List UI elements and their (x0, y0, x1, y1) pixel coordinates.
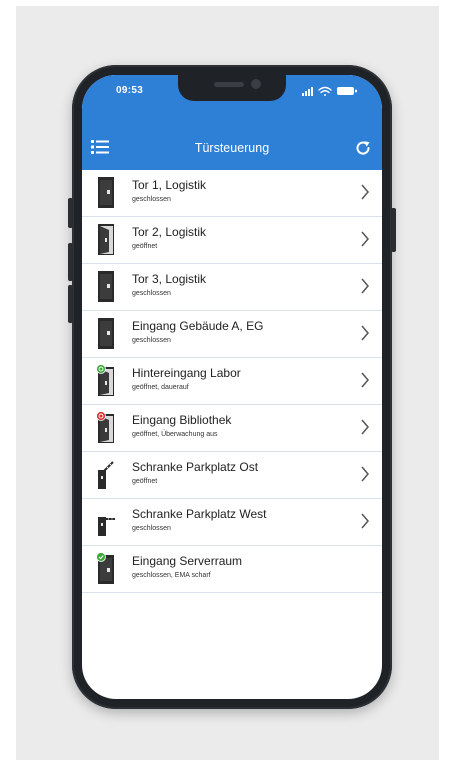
power-button (391, 208, 396, 252)
wifi-icon (318, 86, 332, 96)
volume-up-button (68, 243, 73, 281)
door-title: Tor 3, Logistik (132, 272, 207, 286)
barrier-closed-icon (98, 517, 115, 536)
phone-screen: 09:53 Türsteuerung Tor 1, Logistik gesch… (82, 75, 382, 699)
notch (178, 75, 286, 101)
door-closed-armed-icon (96, 552, 114, 584)
door-status: geöffnet (132, 478, 158, 485)
door-row-tor-1[interactable]: Tor 1, Logistik geschlossen (82, 170, 382, 217)
door-open-permanent-icon (96, 364, 114, 396)
door-row-schranke-west[interactable]: Schranke Parkplatz West geschlossen (82, 499, 382, 546)
chevron-right-icon (361, 184, 369, 200)
page-title: Türsteuerung (194, 141, 270, 155)
door-row-eingang-serverraum[interactable]: Eingang Serverraum geschlossen, EMA scha… (82, 546, 382, 593)
app-bar: 09:53 Türsteuerung (82, 75, 382, 170)
chevron-right-icon (361, 278, 369, 294)
battery-icon (337, 87, 357, 95)
chevron-right-icon (361, 325, 369, 341)
door-status: geschlossen (132, 525, 171, 532)
door-closed-icon (98, 177, 114, 208)
chevron-right-icon (361, 466, 369, 482)
door-row-schranke-ost[interactable]: Schranke Parkplatz Ost geöffnet (82, 452, 382, 499)
door-row-eingang-bibliothek[interactable]: Eingang Bibliothek geöffnet, Überwachung… (82, 405, 382, 452)
refresh-icon[interactable] (354, 139, 372, 157)
door-title: Hintereingang Labor (132, 366, 241, 380)
door-title: Eingang Bibliothek (132, 413, 232, 427)
door-open-alarm-off-icon (96, 411, 114, 443)
door-title: Tor 2, Logistik (132, 225, 207, 239)
door-status: geöffnet, Überwachung aus (132, 431, 218, 438)
chevron-right-icon (361, 419, 369, 435)
speaker-grille (214, 82, 244, 87)
door-closed-icon (98, 318, 114, 349)
door-title: Schranke Parkplatz Ost (132, 460, 259, 474)
door-status: geöffnet, dauerauf (132, 384, 189, 391)
door-status: geschlossen (132, 196, 171, 203)
home-indicator (192, 687, 272, 691)
door-row-hintereingang-labor[interactable]: Hintereingang Labor geöffnet, dauerauf (82, 358, 382, 405)
door-status: geschlossen, EMA scharf (132, 572, 211, 579)
door-open-icon (98, 224, 114, 255)
chevron-right-icon (361, 231, 369, 247)
door-row-tor-2[interactable]: Tor 2, Logistik geöffnet (82, 217, 382, 264)
door-title: Eingang Serverraum (132, 554, 243, 568)
door-title: Tor 1, Logistik (132, 178, 207, 192)
status-icons (302, 86, 357, 96)
door-title: Eingang Gebäude A, EG (132, 319, 264, 333)
phone-frame: 09:53 Türsteuerung Tor 1, Logistik gesch… (68, 65, 396, 709)
door-list: Tor 1, Logistik geschlossen Tor 2, Logis… (82, 170, 382, 593)
door-row-tor-3[interactable]: Tor 3, Logistik geschlossen (82, 264, 382, 311)
door-title: Schranke Parkplatz West (132, 507, 267, 521)
front-camera (251, 79, 261, 89)
door-status: geschlossen (132, 337, 171, 344)
chevron-right-icon (361, 372, 369, 388)
door-row-eingang-gebaeude-a[interactable]: Eingang Gebäude A, EG geschlossen (82, 311, 382, 358)
status-time: 09:53 (116, 85, 144, 96)
door-closed-icon (98, 271, 114, 302)
door-status: geöffnet (132, 243, 158, 250)
volume-down-button (68, 285, 73, 323)
signal-icon (302, 87, 313, 96)
barrier-open-icon (98, 461, 114, 489)
mute-switch (68, 198, 73, 228)
chevron-right-icon (361, 513, 369, 529)
door-status: geschlossen (132, 290, 171, 297)
